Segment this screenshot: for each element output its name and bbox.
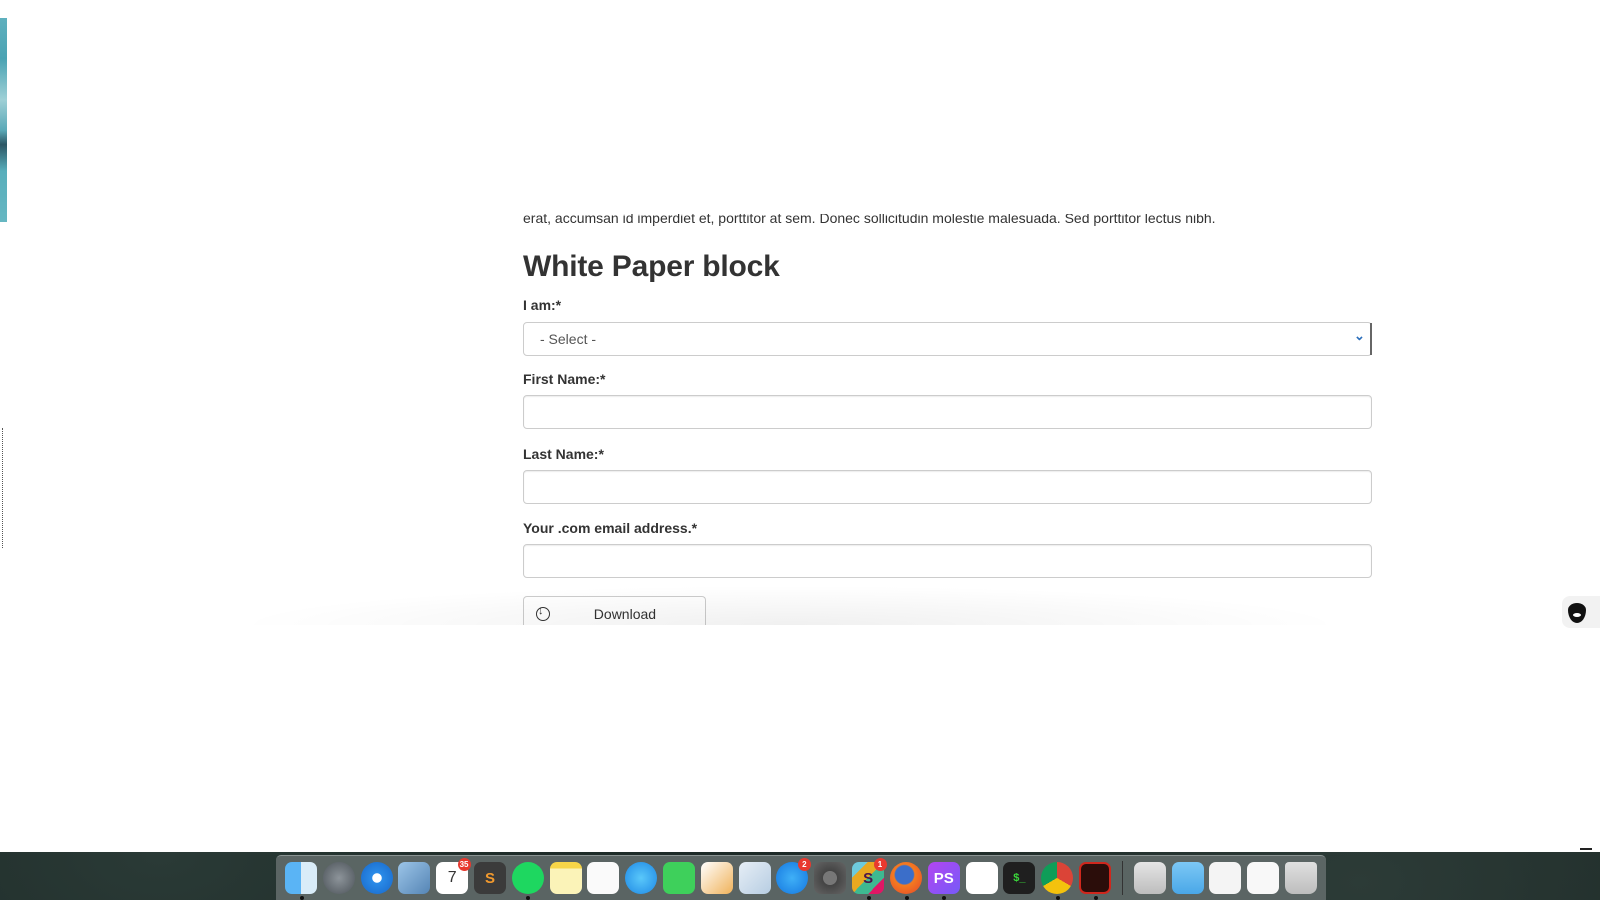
finder-icon <box>284 862 317 894</box>
dock-item-launchpad[interactable] <box>320 859 357 897</box>
last-name-label: Last Name:* <box>523 446 604 462</box>
launchpad-icon <box>322 862 355 894</box>
i-am-select[interactable]: - Select - ⌄ <box>523 322 1372 356</box>
last-name-input[interactable] <box>523 470 1372 504</box>
first-name-label: First Name:* <box>523 371 606 387</box>
macos-dock: 7 35 S 2 S 1 PS $_ <box>276 855 1326 900</box>
dock-item-preview[interactable] <box>736 859 773 897</box>
notification-badge: 2 <box>797 858 811 871</box>
first-name-input[interactable] <box>523 395 1372 429</box>
dock-item-safari[interactable] <box>358 859 395 897</box>
reminders-icon <box>587 862 620 894</box>
folder-stack-icon <box>1171 862 1204 894</box>
trash-icon <box>1285 862 1317 894</box>
background-window-edge <box>0 18 7 222</box>
pdf-window-icon <box>1209 862 1242 894</box>
preview-icon <box>738 862 771 894</box>
dock-item-terminal[interactable]: $_ <box>1001 859 1038 897</box>
dock-item-firefox[interactable] <box>888 859 925 900</box>
dock-item-mail[interactable] <box>396 859 433 897</box>
dock-item-system-preferences[interactable] <box>812 859 849 897</box>
running-indicator <box>1055 896 1060 900</box>
resize-handle[interactable] <box>1580 848 1592 850</box>
dock-separator <box>1121 861 1123 895</box>
running-indicator <box>1093 896 1098 900</box>
dock-item-pages[interactable] <box>698 859 735 897</box>
i-am-select-value: - Select - <box>540 331 597 347</box>
email-input[interactable] <box>523 544 1372 578</box>
select-scrollbar <box>1369 323 1372 355</box>
running-indicator <box>942 896 947 900</box>
dock-item-sublime[interactable]: S <box>472 859 509 897</box>
dock-item-folder-stack[interactable] <box>1169 859 1206 897</box>
browser-window: erat, accumsan id imperdiet et, porttito… <box>0 0 1600 852</box>
selection-guide <box>2 428 4 548</box>
chrome-icon <box>1041 862 1074 894</box>
dock-item-phpstorm[interactable]: PS <box>925 859 962 900</box>
running-indicator <box>526 896 531 900</box>
dock-item-notes[interactable] <box>547 859 584 897</box>
dock-item-documents-stack[interactable] <box>1131 859 1168 897</box>
email-label: Your .com email address.* <box>523 520 698 536</box>
dock-item-spotify[interactable] <box>509 859 546 900</box>
mail-icon <box>398 862 431 894</box>
dock-item-pdf-window[interactable] <box>1207 859 1244 897</box>
chevron-down-icon[interactable]: ⌄ <box>1354 329 1366 343</box>
sublime-icon: S <box>473 862 506 894</box>
paragraph-text: erat, accumsan id imperdiet et, porttito… <box>523 214 1216 226</box>
dock-item-facetime[interactable] <box>661 859 698 897</box>
dock-item-finder-window[interactable] <box>1245 859 1282 897</box>
download-circle-icon <box>536 605 550 621</box>
grid-app-icon <box>965 862 998 894</box>
pages-icon <box>700 862 733 894</box>
system-preferences-icon <box>814 862 847 894</box>
body-paragraph: erat, accumsan id imperdiet et, porttito… <box>523 214 1373 226</box>
notes-icon <box>549 862 582 894</box>
spotify-icon <box>511 862 544 894</box>
terminal-icon: $_ <box>1003 862 1036 894</box>
dock-item-chrome[interactable] <box>1039 859 1076 900</box>
dock-item-trash[interactable] <box>1283 859 1320 897</box>
acrobat-icon <box>1078 862 1111 894</box>
dock-item-slack[interactable]: S1 <box>850 858 887 900</box>
phpstorm-icon: PS <box>927 862 960 894</box>
documents-stack-icon <box>1133 862 1166 894</box>
finder-window-icon <box>1247 862 1280 894</box>
dock-item-calendar[interactable]: 7 35 <box>434 858 471 897</box>
running-indicator <box>904 896 909 900</box>
blank-area <box>0 625 1600 852</box>
viewport-fade <box>230 585 1350 625</box>
running-indicator <box>866 896 871 900</box>
i-am-label: I am:* <box>523 297 562 313</box>
firefox-icon <box>889 862 922 894</box>
safari-icon <box>360 862 393 894</box>
facetime-icon <box>663 862 696 894</box>
dock-item-app-store[interactable]: 2 <box>774 858 811 897</box>
dock-item-finder[interactable] <box>283 859 320 900</box>
notification-badge: 35 <box>457 858 471 871</box>
page-title: White Paper block <box>523 250 780 283</box>
messages-icon <box>625 862 658 894</box>
running-indicator <box>299 896 304 900</box>
dock-item-grid-app[interactable] <box>963 859 1000 897</box>
notification-badge: 1 <box>873 858 887 871</box>
dock-item-reminders[interactable] <box>585 859 622 897</box>
dock-item-acrobat[interactable] <box>1077 859 1114 900</box>
dock-item-messages[interactable] <box>623 859 660 897</box>
